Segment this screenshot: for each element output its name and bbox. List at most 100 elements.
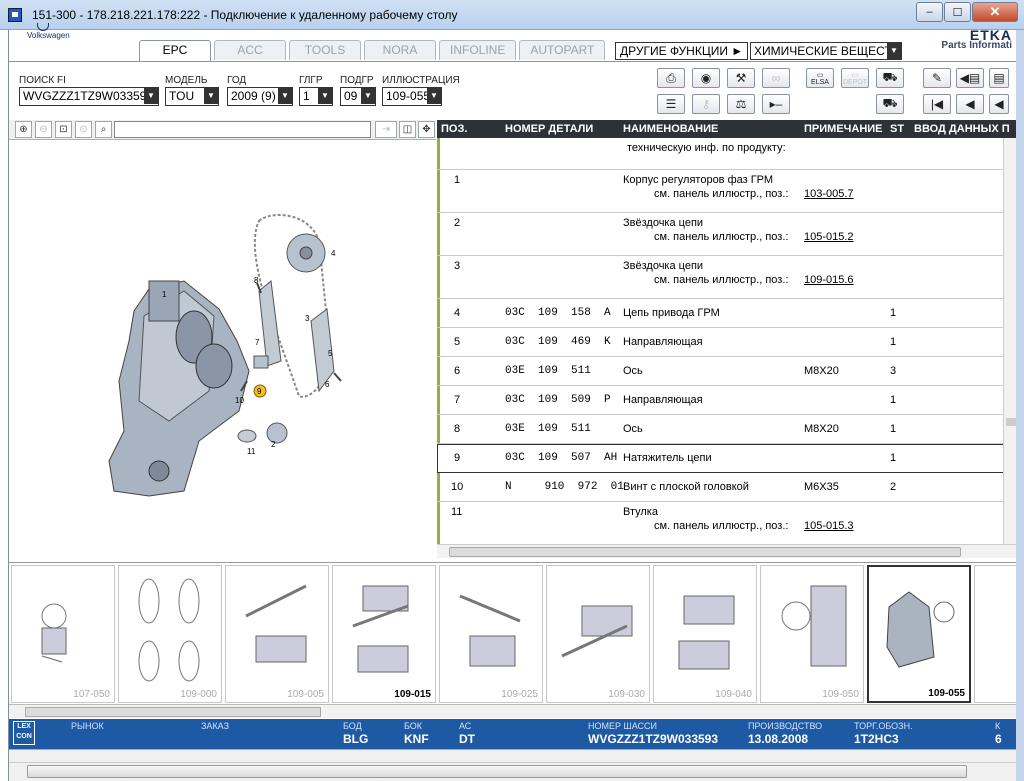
book-next-icon[interactable]: ▤ xyxy=(989,68,1009,88)
glgr-select[interactable]: 1 ▼ xyxy=(299,87,333,106)
zoom-reset-icon[interactable]: ⊙ xyxy=(75,121,92,138)
callout-5[interactable]: 5 xyxy=(328,349,333,358)
zoom-in-icon[interactable]: ⊕ xyxy=(15,121,32,138)
minimize-button[interactable]: ‒ xyxy=(916,2,943,22)
thumbnail-item[interactable]: 109-005 xyxy=(225,565,329,703)
thumbnail-item[interactable]: 109-040 xyxy=(653,565,757,703)
split-view-icon[interactable]: ◫ xyxy=(399,121,416,138)
elsa-button[interactable]: ▭ ELSA xyxy=(806,68,834,88)
col-note[interactable]: ПРИМЕЧАНИЕ xyxy=(804,123,883,135)
callout-2[interactable]: 2 xyxy=(271,440,276,449)
book-prev-icon[interactable]: ◀▤ xyxy=(956,68,984,88)
thumbnail-item[interactable]: 109-030 xyxy=(546,565,650,703)
fi-input[interactable]: WVGZZZ1TZ9W03359 ▼ xyxy=(19,87,159,106)
col-part-number[interactable]: НОМЕР ДЕТАЛИ xyxy=(505,123,593,135)
row-ref-link[interactable]: 105-015.2 xyxy=(804,231,854,243)
close-button[interactable]: ✕ xyxy=(972,2,1018,22)
maximize-button[interactable]: ☐ xyxy=(944,2,971,22)
table-row[interactable]: 7 03C 109 509 P Направляющая 1 xyxy=(437,386,1017,415)
back-icon[interactable]: ◀ xyxy=(989,94,1009,114)
chevron-down-icon[interactable]: ▼ xyxy=(427,88,441,104)
thumbnail-item[interactable]: 109-050 xyxy=(760,565,864,703)
thumbnail-item[interactable]: 109-025 xyxy=(439,565,543,703)
play-minus-icon[interactable]: ▸– xyxy=(762,94,790,114)
zoom-fit-icon[interactable]: ⊡ xyxy=(55,121,72,138)
callout-9[interactable]: 9 xyxy=(257,387,262,396)
handshake-icon[interactable]: ∞ xyxy=(762,68,790,88)
table-row[interactable]: 11 Втулка см. панель иллюстр., поз.: 105… xyxy=(437,502,1017,545)
disc-icon[interactable]: ◉ xyxy=(692,68,720,88)
list-icon[interactable]: ☰ xyxy=(657,94,685,114)
printer-icon[interactable]: ⎙ xyxy=(657,68,685,88)
move-icon[interactable]: ✥ xyxy=(418,121,435,138)
callout-1[interactable]: 1 xyxy=(162,290,167,299)
callout-3[interactable]: 3 xyxy=(305,314,310,323)
prev-icon[interactable]: ◀ xyxy=(956,94,984,114)
depot-button[interactable]: ▭ DEPOT xyxy=(841,68,869,88)
chevron-down-icon[interactable]: ▼ xyxy=(278,88,292,104)
callout-11[interactable]: 11 xyxy=(247,447,256,456)
chevron-down-icon[interactable]: ▼ xyxy=(144,88,158,104)
table-row[interactable]: 8 03E 109 511 Ось M8X20 1 xyxy=(437,415,1017,444)
callout-8[interactable]: 8 xyxy=(254,276,259,285)
callout-6[interactable]: 6 xyxy=(325,380,330,389)
tab-infoline[interactable]: INFOLINE xyxy=(439,40,517,60)
row-ref-link[interactable]: 103-005.7 xyxy=(804,188,854,200)
parts-horizontal-scrollbar[interactable] xyxy=(437,544,1017,558)
illustration-pane[interactable]: 1 2 3 4 5 6 7 8 9 10 11 xyxy=(9,141,436,561)
key-icon[interactable]: ⚷ xyxy=(692,94,720,114)
year-select[interactable]: 2009 (9) ▼ xyxy=(227,87,293,106)
taskbar-strip xyxy=(9,749,1017,781)
model-select[interactable]: TOU ▼ xyxy=(165,87,219,106)
thumbnail-item[interactable]: 107-050 xyxy=(11,565,115,703)
thumbnail-item-selected[interactable]: 109-055 xyxy=(867,565,971,703)
callout-10[interactable]: 10 xyxy=(235,396,244,405)
illustration-select[interactable]: 109-055 ▼ xyxy=(382,87,442,106)
callout-4[interactable]: 4 xyxy=(331,249,336,258)
tab-nora[interactable]: NORA xyxy=(364,40,436,60)
zoom-out-icon[interactable]: ⊖ xyxy=(35,121,52,138)
col-name[interactable]: НАИМЕНОВАНИЕ xyxy=(623,123,718,135)
table-row[interactable]: 6 03E 109 511 Ось M8X20 3 xyxy=(437,357,1017,386)
chevron-down-icon[interactable]: ▼ xyxy=(887,43,901,59)
table-row[interactable]: 10 N 910 972 01 Винт с плоской головкой … xyxy=(437,473,1017,502)
row-ref-link[interactable]: 109-015.6 xyxy=(804,274,854,286)
chevron-down-icon[interactable]: ▼ xyxy=(318,88,332,104)
table-row[interactable]: 5 03C 109 469 K Направляющая 1 xyxy=(437,328,1017,357)
thumbnails-scrollbar[interactable] xyxy=(9,704,1017,718)
table-row[interactable]: 4 03C 109 158 A Цепь привода ГРМ 1 xyxy=(437,299,1017,328)
export-icon[interactable]: ⇥ xyxy=(375,121,397,138)
other-functions-button[interactable]: ДРУГИЕ ФУНКЦИИ ► xyxy=(615,42,749,60)
tab-autopart[interactable]: AUTOPART xyxy=(519,40,606,60)
col-input[interactable]: ВВОД ДАННЫХ П xyxy=(914,123,1010,135)
podgr-select[interactable]: 09 ▼ xyxy=(340,87,376,106)
thumbnail-item[interactable]: 109-015 xyxy=(332,565,436,703)
table-row[interactable]: 3 Звёздочка цепи см. панель иллюстр., по… xyxy=(437,256,1017,299)
table-row[interactable]: 2 Звёздочка цепи см. панель иллюстр., по… xyxy=(437,213,1017,256)
pin-icon[interactable]: ✎ xyxy=(923,68,951,88)
magnifier-icon[interactable]: ⌕ xyxy=(95,121,112,138)
cart-icon[interactable]: ⛟ xyxy=(876,94,904,114)
cart-add-icon[interactable]: ⛟ xyxy=(876,68,904,88)
tab-epc[interactable]: EPC xyxy=(139,40,211,62)
tab-tools[interactable]: TOOLS xyxy=(289,40,361,60)
window-titlebar[interactable]: 151-300 - 178.218.221.178:222 - Подключе… xyxy=(0,0,1024,30)
col-pos[interactable]: ПОЗ. xyxy=(441,123,467,135)
remote-horizontal-scrollbar[interactable] xyxy=(9,762,1017,780)
table-row[interactable]: 1 Корпус регуляторов фаз ГРМ см. панель … xyxy=(437,170,1017,213)
first-icon[interactable]: |◀ xyxy=(923,94,951,114)
table-row-selected[interactable]: 9 03C 109 507 AH Натяжитель цепи 1 xyxy=(437,444,1017,473)
chemicals-select[interactable]: ХИМИЧЕСКИЕ ВЕЩЕСТ ▼ xyxy=(750,42,902,60)
thumbnail-item[interactable]: 109-000 xyxy=(118,565,222,703)
car-tools-icon[interactable]: ⚒ xyxy=(727,68,755,88)
chevron-down-icon[interactable]: ▼ xyxy=(361,88,375,104)
tab-acc[interactable]: ACC xyxy=(214,40,286,60)
chevron-down-icon[interactable]: ▼ xyxy=(204,88,218,104)
row-ref-link[interactable]: 105-015.3 xyxy=(804,520,854,532)
callout-7[interactable]: 7 xyxy=(255,338,260,347)
col-st[interactable]: ST xyxy=(890,123,904,135)
thumbnail-item-partial[interactable] xyxy=(974,565,1017,703)
scale-icon[interactable]: ⚖ xyxy=(727,94,755,114)
illustration-search-input[interactable] xyxy=(114,121,371,138)
parts-vertical-scrollbar[interactable] xyxy=(1003,138,1017,544)
